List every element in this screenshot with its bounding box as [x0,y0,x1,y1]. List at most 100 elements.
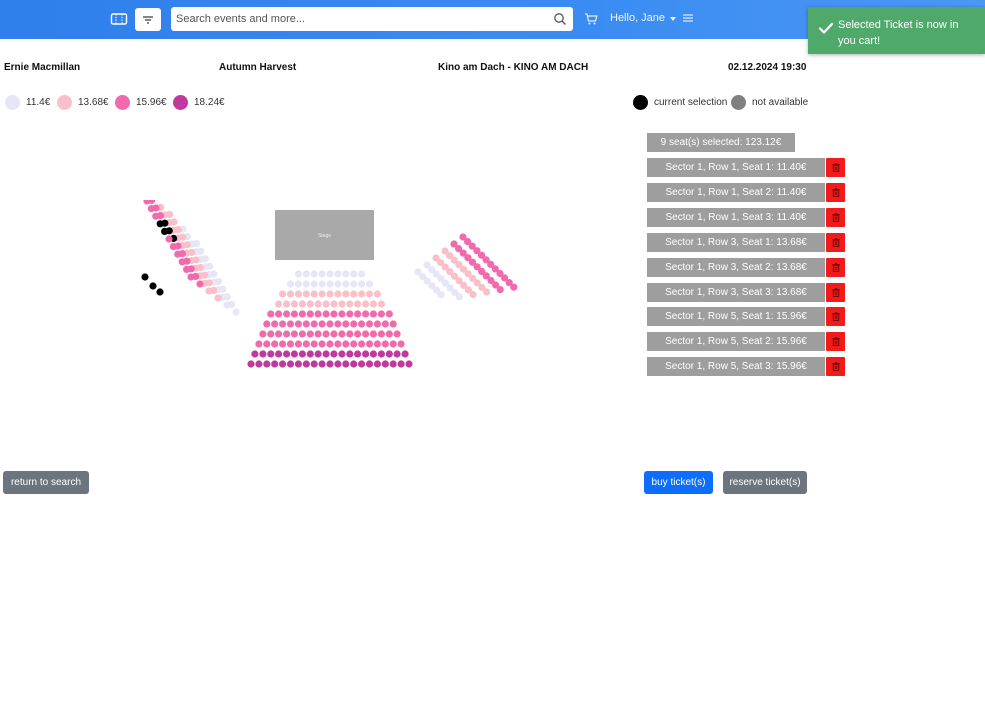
seat[interactable] [263,360,271,368]
seat[interactable] [271,360,279,368]
seat[interactable] [267,330,275,338]
seat[interactable] [322,330,330,338]
seat[interactable] [302,280,310,288]
seat[interactable] [318,270,326,278]
seat[interactable] [263,320,271,328]
seat[interactable] [358,290,366,298]
seat[interactable] [358,340,366,348]
seat[interactable] [389,320,397,328]
seat[interactable] [362,350,370,358]
seat[interactable] [483,288,491,296]
seat[interactable] [365,320,374,328]
seat[interactable] [350,360,358,368]
search-input[interactable] [171,8,553,30]
seat[interactable] [365,360,374,368]
seat[interactable] [369,350,377,358]
seat[interactable] [322,350,330,358]
seat[interactable] [330,310,338,318]
seat[interactable] [294,270,302,278]
seat[interactable] [346,350,354,358]
seat[interactable] [286,280,295,288]
seat[interactable] [455,293,463,301]
seat[interactable] [326,320,334,328]
seat[interactable] [358,270,366,278]
seat[interactable] [275,350,283,358]
cart-icon[interactable] [584,12,598,26]
seat[interactable] [350,320,358,328]
seat[interactable] [350,270,358,278]
seat[interactable] [314,300,322,308]
seat[interactable] [334,270,342,278]
seat[interactable] [373,290,381,298]
seat[interactable] [259,350,267,358]
filter-button[interactable] [135,8,161,31]
seat[interactable] [322,300,330,308]
seat[interactable] [267,310,275,318]
remove-ticket-button[interactable] [826,332,845,352]
seat[interactable] [247,360,255,368]
seat[interactable] [290,310,298,318]
seat[interactable] [286,360,295,368]
seat[interactable] [369,300,377,308]
seat[interactable] [496,286,504,294]
remove-ticket-button[interactable] [826,282,845,302]
seat[interactable] [165,235,173,243]
seat[interactable] [310,270,318,278]
seat[interactable] [306,300,314,308]
seat[interactable] [365,290,374,298]
seat[interactable] [350,290,358,298]
seat[interactable] [152,212,160,220]
seat[interactable] [373,320,381,328]
seat[interactable] [255,340,263,348]
seat[interactable] [330,350,338,358]
hamburger-menu-icon[interactable] [683,13,693,23]
seat[interactable] [275,330,283,338]
seat[interactable] [318,280,326,288]
seat[interactable] [377,330,385,338]
remove-ticket-button[interactable] [826,307,845,327]
seat[interactable] [156,220,164,228]
seat[interactable] [298,350,306,358]
seat[interactable] [283,350,291,358]
seat[interactable] [294,290,302,298]
seat[interactable] [365,340,374,348]
seat[interactable] [350,280,358,288]
seat[interactable] [169,243,177,251]
seat[interactable] [286,340,295,348]
seat[interactable] [373,340,381,348]
seat[interactable] [290,330,298,338]
seat[interactable] [377,350,385,358]
seat[interactable] [385,310,393,318]
remove-ticket-button[interactable] [826,357,845,377]
seat[interactable] [314,310,322,318]
remove-ticket-button[interactable] [826,232,845,252]
seat[interactable] [334,320,342,328]
seat[interactable] [286,290,295,298]
seat[interactable] [147,205,155,213]
seat[interactable] [141,273,149,281]
seat[interactable] [187,273,195,281]
seat[interactable] [330,330,338,338]
seat[interactable] [342,270,350,278]
seat[interactable] [362,300,370,308]
seat[interactable] [298,300,306,308]
seat[interactable] [183,265,191,273]
seat[interactable] [389,340,397,348]
seat[interactable] [350,340,358,348]
remove-ticket-button[interactable] [826,158,845,177]
seat[interactable] [290,300,298,308]
seat[interactable] [397,340,405,348]
seat[interactable] [196,280,204,288]
seat[interactable] [322,310,330,318]
seat[interactable] [354,310,362,318]
seat[interactable] [405,360,413,368]
seat[interactable] [143,200,151,205]
seat[interactable] [283,330,291,338]
seat[interactable] [302,340,310,348]
seat[interactable] [149,282,157,290]
seat[interactable] [259,330,267,338]
seat[interactable] [302,270,310,278]
seat[interactable] [342,320,350,328]
seat[interactable] [302,290,310,298]
seat[interactable] [294,360,302,368]
